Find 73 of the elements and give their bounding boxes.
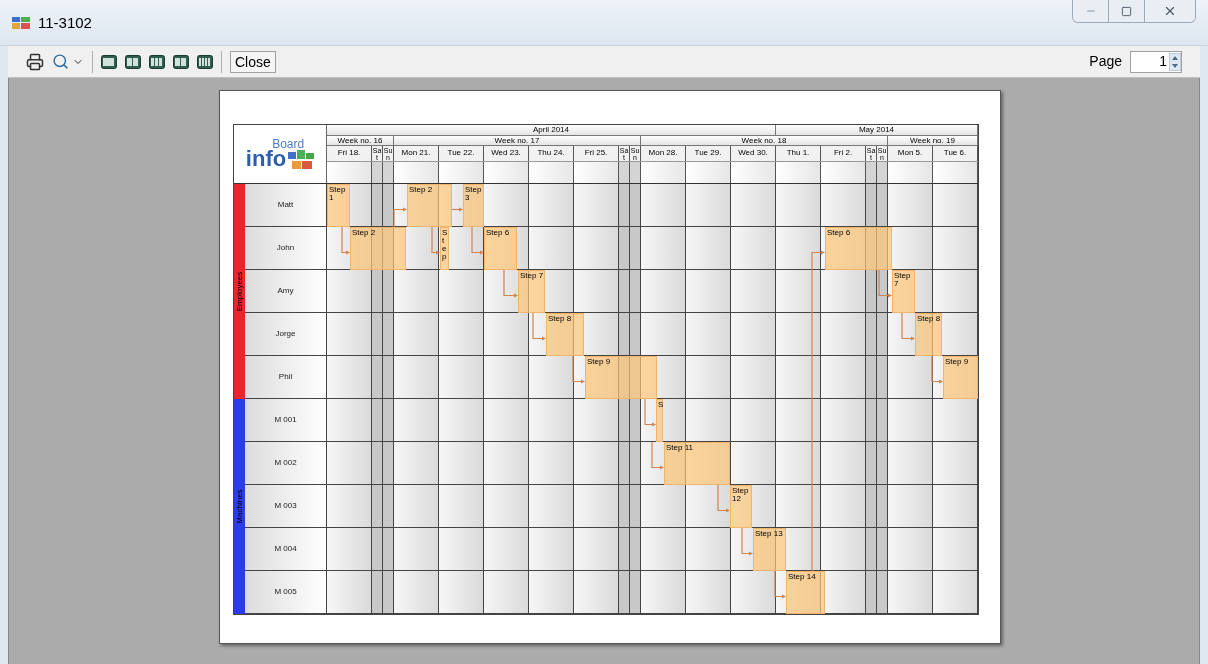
task-label: Step 6 — [827, 229, 851, 237]
group-label: Employees — [235, 271, 244, 312]
task-bar[interactable]: Step 11 — [664, 442, 730, 485]
resource-name: M 005 — [274, 586, 297, 598]
window-title: 11-3102 — [38, 13, 92, 33]
task-label: Step 12 — [732, 487, 750, 503]
month-header: April 2014 — [327, 125, 776, 135]
day-header: Thu 1. — [776, 146, 821, 161]
logo-text: info — [245, 148, 287, 170]
task-label: Step 14 — [788, 573, 816, 581]
task-bar[interactable]: Step 7 — [518, 270, 545, 313]
task-label: Step 11 — [666, 444, 693, 452]
task-bar[interactable]: Step 7 — [892, 270, 915, 313]
task-bar[interactable]: Step 1 — [327, 184, 350, 227]
day-header: Fri 18. — [327, 146, 372, 161]
day-header: Thu 24. — [529, 146, 574, 161]
task-label: Step 8 — [917, 315, 941, 323]
task-label: Step 9 — [945, 358, 969, 366]
task-bar[interactable]: S — [656, 399, 663, 442]
resource-name: Matt — [277, 199, 294, 211]
week-header: Week no. 19 — [888, 136, 978, 145]
week-header: Week no. 18 — [641, 136, 888, 145]
day-header: Mon 5. — [888, 146, 933, 161]
day-header: Mon 21. — [394, 146, 439, 161]
resource-name: M 001 — [274, 414, 297, 426]
day-header: Fri 25. — [574, 146, 619, 161]
task-bar[interactable]: Step 6 — [484, 227, 517, 270]
task-bar[interactable]: Step 12 — [730, 485, 752, 528]
task-bar[interactable]: Step 3 — [463, 184, 484, 227]
day-header: Tue 29. — [686, 146, 731, 161]
task-label: Step 2 — [409, 186, 433, 194]
day-header: Wed 30. — [731, 146, 776, 161]
task-bar[interactable]: Step — [440, 227, 449, 270]
task-label: Step 13 — [755, 530, 783, 538]
resource-name: M 004 — [274, 543, 297, 555]
task-label: Step 9 — [587, 358, 611, 366]
task-bar[interactable]: Step 9 — [585, 356, 657, 399]
group-label: Machines — [235, 489, 244, 524]
logo-text: Board — [272, 138, 305, 150]
task-label: S — [658, 401, 662, 409]
resource-name: Phil — [278, 371, 293, 383]
close-button[interactable]: Close — [230, 50, 276, 73]
resource-name: John — [276, 242, 295, 254]
day-header: Tue 22. — [439, 146, 484, 161]
task-label: Step — [442, 229, 448, 261]
task-bar[interactable]: Step 2 — [350, 227, 406, 270]
day-header: Wed 23. — [484, 146, 529, 161]
task-bar[interactable]: Step 2 — [407, 184, 452, 227]
task-label: Step 2 — [352, 229, 376, 237]
day-header: Mon 28. — [641, 146, 686, 161]
resource-name: M 002 — [274, 457, 297, 469]
page-label: Page — [1089, 52, 1122, 71]
task-label: Step 7 — [894, 272, 912, 288]
task-label: Step 6 — [486, 229, 510, 237]
task-bar[interactable]: Step 13 — [753, 528, 786, 571]
page-spinbox[interactable]: 1 — [1130, 50, 1182, 73]
task-bar[interactable]: Step 6 — [825, 227, 892, 270]
day-header: Fri 2. — [821, 146, 866, 161]
resource-name: M 003 — [274, 500, 297, 512]
week-header: Week no. 17 — [394, 136, 641, 145]
task-bar[interactable]: Step 14 — [786, 571, 825, 614]
week-header: Week no. 16 — [327, 136, 394, 145]
task-label: Step 1 — [329, 186, 347, 202]
day-header: Tue 6. — [933, 146, 978, 161]
task-bar[interactable]: Step 9 — [943, 356, 978, 399]
month-header: May 2014 — [776, 125, 978, 135]
task-label: Step 8 — [548, 315, 572, 323]
task-label: Step 7 — [520, 272, 544, 280]
task-bar[interactable]: Step 8 — [546, 313, 584, 356]
task-label: Step 3 — [465, 186, 483, 202]
task-bar[interactable]: Step 8 — [915, 313, 942, 356]
resource-name: Amy — [277, 285, 294, 297]
resource-name: Jorge — [275, 328, 296, 340]
